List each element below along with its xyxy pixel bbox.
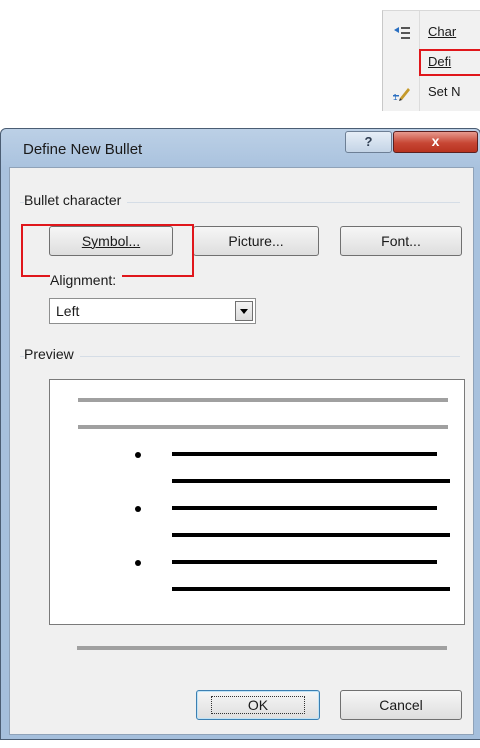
- dialog-content: Bullet character Symbol... Picture... Fo…: [9, 167, 474, 735]
- preview-label: Preview: [24, 346, 80, 362]
- group-divider: [20, 356, 460, 357]
- close-icon: x: [431, 133, 440, 149]
- font-button-label: Font...: [381, 233, 421, 249]
- change-list-level-icon: [393, 24, 411, 40]
- preview-text-line: [77, 646, 447, 650]
- picture-button[interactable]: Picture...: [193, 226, 319, 256]
- bullet-character-label: Bullet character: [24, 192, 128, 208]
- menu-item-set-numbering-value[interactable]: 1 Set N: [383, 79, 480, 105]
- svg-text:1: 1: [393, 93, 398, 102]
- bullet-glyph: [135, 560, 141, 566]
- dialog-title: Define New Bullet: [23, 141, 143, 158]
- highlight-box: [21, 224, 194, 277]
- preview-bullet-line: [172, 560, 437, 564]
- context-menu: Char Defi 1 Set N: [382, 10, 480, 111]
- bullet-preview: [49, 379, 465, 625]
- menu-item-label: Char: [428, 24, 457, 39]
- preview-text-line: [78, 398, 448, 402]
- preview-bullet-line: [172, 452, 437, 456]
- dialog-title-bar[interactable]: Define New Bullet ? x: [1, 129, 480, 165]
- cancel-button-label: Cancel: [379, 697, 423, 713]
- set-numbering-value-icon: 1: [393, 84, 411, 102]
- bullet-glyph: [135, 452, 141, 458]
- preview-bullet-line: [172, 479, 450, 483]
- alignment-select[interactable]: Left: [49, 298, 256, 324]
- menu-item-label: Set N: [428, 84, 461, 99]
- preview-text-line: [78, 425, 448, 429]
- highlight-box: [419, 49, 480, 76]
- ok-button[interactable]: OK: [196, 690, 320, 720]
- ok-button-label: OK: [210, 696, 306, 714]
- define-new-bullet-dialog: Define New Bullet ? x Bullet character S…: [0, 128, 480, 740]
- cancel-button[interactable]: Cancel: [340, 690, 462, 720]
- alignment-select-value: Left: [56, 303, 80, 319]
- dropdown-arrow-icon[interactable]: [235, 301, 253, 321]
- help-button[interactable]: ?: [345, 131, 392, 153]
- alignment-label: Alignment:: [50, 272, 123, 288]
- font-button[interactable]: Font...: [340, 226, 462, 256]
- menu-item-change-list-level[interactable]: Char: [383, 19, 480, 45]
- preview-bullet-line: [172, 506, 437, 510]
- preview-bullet-line: [172, 533, 450, 537]
- close-button[interactable]: x: [393, 131, 478, 153]
- picture-button-label: Picture...: [228, 233, 284, 249]
- bullet-glyph: [135, 506, 141, 512]
- preview-bullet-line: [172, 587, 450, 591]
